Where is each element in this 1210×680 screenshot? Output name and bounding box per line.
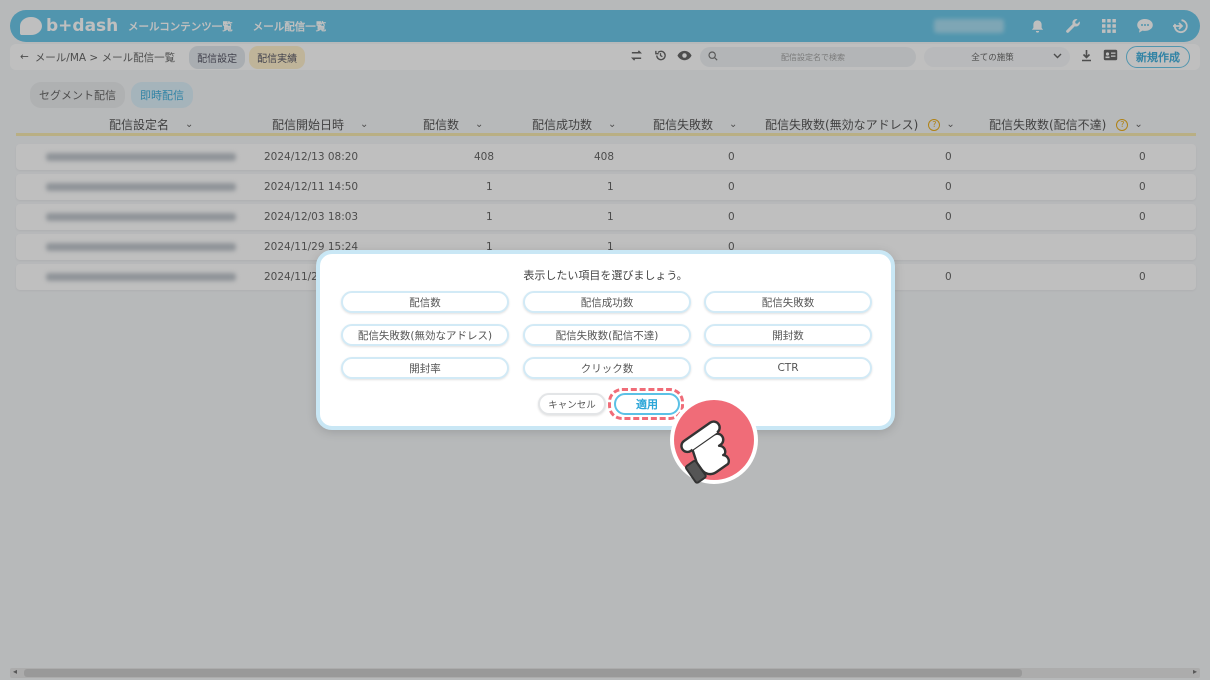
option-ctr[interactable]: CTR — [704, 357, 872, 379]
option-delivery-count[interactable]: 配信数 — [341, 291, 509, 313]
dialog-title: 表示したい項目を選びましょう。 — [523, 269, 688, 282]
option-open-rate[interactable]: 開封率 — [341, 357, 509, 379]
cancel-button[interactable]: キャンセル — [538, 393, 606, 415]
option-open-count[interactable]: 開封数 — [704, 324, 872, 346]
option-failed-invalid-address[interactable]: 配信失敗数(無効なアドレス) — [341, 324, 509, 346]
option-failed-undelivered[interactable]: 配信失敗数(配信不達) — [523, 324, 691, 346]
option-failed-count[interactable]: 配信失敗数 — [704, 291, 872, 313]
option-success-count[interactable]: 配信成功数 — [523, 291, 691, 313]
column-select-dialog: 表示したい項目を選びましょう。 配信数 配信成功数 配信失敗数 配信失敗数(無効… — [316, 250, 895, 430]
option-click-count[interactable]: クリック数 — [523, 357, 691, 379]
pointing-hand-icon — [668, 394, 760, 486]
